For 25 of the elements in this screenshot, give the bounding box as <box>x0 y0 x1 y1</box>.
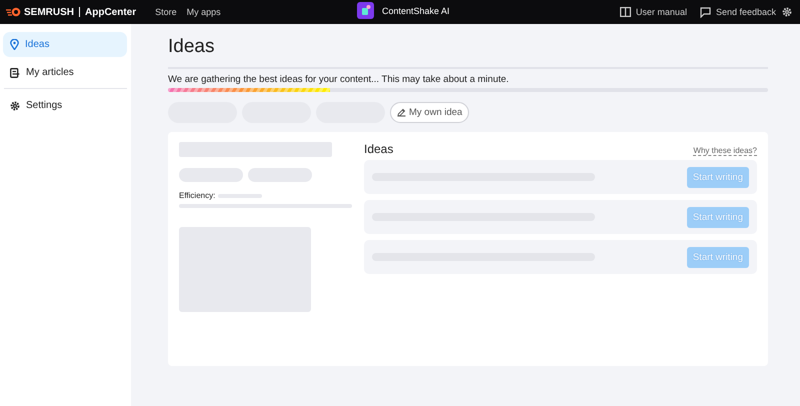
header-link[interactable]: User manual <box>636 7 687 17</box>
pin-icon <box>10 39 19 50</box>
settings-icon[interactable] <box>782 7 792 17</box>
settings-icon <box>10 100 20 110</box>
chat-icon <box>700 6 711 18</box>
my-own-idea-button[interactable]: My own idea <box>390 102 470 123</box>
nav-link[interactable]: My apps <box>186 7 221 17</box>
app-center-title: AppCenter <box>85 6 136 18</box>
document-icon <box>10 68 20 78</box>
book-icon <box>620 7 631 17</box>
logo-icon <box>6 7 21 17</box>
app-name: ContentShake AI <box>382 6 450 16</box>
page-title: Ideas <box>168 36 216 59</box>
sidebar-item[interactable]: Ideas <box>3 32 127 57</box>
status-message: We are gathering the best ideas for your content... This may take about a minute. <box>168 74 510 85</box>
sidebar-item[interactable]: My articles <box>3 60 127 85</box>
brand-name: SEMRUSH <box>24 6 74 18</box>
efficiency-label: Efficiency: <box>179 191 216 200</box>
ideas-heading: Ideas <box>364 142 394 156</box>
app-icon <box>357 2 374 19</box>
nav-link[interactable]: Store <box>155 7 177 17</box>
why-these-ideas-link[interactable]: Why these ideas? <box>693 146 757 156</box>
sidebar-item[interactable]: Settings <box>3 93 127 118</box>
pencil-icon <box>397 108 406 117</box>
header-link[interactable]: Send feedback <box>716 7 776 17</box>
